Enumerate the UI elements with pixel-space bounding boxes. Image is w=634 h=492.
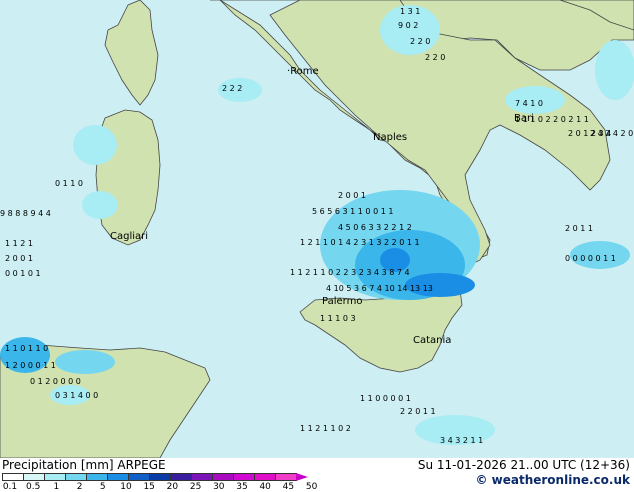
legend-tick-label: 10 — [120, 482, 132, 492]
legend-swatch — [149, 473, 171, 481]
legend-swatch — [254, 473, 276, 481]
legend-swatch — [170, 473, 192, 481]
value-label: 9 0 2 — [398, 21, 419, 30]
value-label: 2 2 0 1 1 — [400, 407, 436, 416]
value-label: 1 3 1 — [400, 7, 421, 16]
value-label: 1 2 1 1 0 1 4 2 3 1 3 2 2 0 1 1 — [300, 238, 420, 247]
value-label: 2 2 0 — [425, 53, 446, 62]
map-footer: Precipitation [mm] ARPEGE Su 11-01-2026 … — [0, 458, 634, 492]
value-label: 1 1 0 0 0 0 1 — [360, 394, 411, 403]
color-legend — [2, 473, 308, 481]
legend-tick-label: 15 — [143, 482, 155, 492]
legend-tick-label: 45 — [282, 482, 295, 492]
value-label: 9 8 8 8 9 4 4 — [0, 209, 51, 218]
legend-swatch — [23, 473, 45, 481]
value-label: 4 5 0 6 3 3 2 2 1 2 — [338, 223, 412, 232]
legend-tick-label: 2 — [76, 482, 83, 492]
value-label: 2 4 2 4 2 0 — [590, 129, 634, 138]
legend-swatch — [2, 473, 24, 481]
value-label: 0 0 0 0 0 1 1 — [565, 254, 616, 263]
legend-tick-label: 50 — [305, 482, 318, 492]
legend-swatch — [107, 473, 129, 481]
value-label: 2 0 1 1 — [565, 224, 593, 233]
city-label: Rome — [290, 66, 319, 77]
legend-tick-label: 25 — [189, 482, 202, 492]
value-label: 3 4 3 2 1 1 — [440, 436, 484, 445]
legend-tick-label: 0.5 — [26, 482, 41, 492]
value-label: 0 1 1 0 — [55, 179, 83, 188]
credit-link[interactable]: © weatheronline.co.uk — [475, 473, 630, 487]
legend-arrow-icon — [296, 473, 308, 481]
city-palermo: Palermo — [322, 296, 362, 307]
legend-tick-label: 35 — [236, 482, 248, 492]
city-label: Catania — [413, 335, 452, 346]
value-label: 4 10 5 3 6 7 4 10 14 13 13 — [326, 284, 433, 293]
value-label: 1 1 1 0 2 2 0 2 1 1 — [515, 115, 589, 124]
city-catania: Catania — [413, 335, 451, 346]
value-label: 2 0 0 1 — [5, 254, 33, 263]
valid-time: Su 11-01-2026 21..00 UTC (12+36) — [417, 458, 630, 472]
value-label: 0 1 2 0 0 0 0 — [30, 377, 81, 386]
legend-swatch — [212, 473, 234, 481]
value-label: 7 4 1 0 — [515, 99, 543, 108]
value-label: 2 2 0 — [410, 37, 431, 46]
value-label: 1 1 2 1 — [5, 239, 33, 248]
legend-swatch — [65, 473, 87, 481]
chart-title: Precipitation [mm] ARPEGE — [2, 458, 166, 472]
value-label: 1 2 0 0 0 1 1 — [5, 361, 56, 370]
value-label: 1 1 0 1 1 0 — [5, 344, 49, 353]
legend-swatch — [233, 473, 255, 481]
legend-swatch — [128, 473, 150, 481]
legend-tick-label: 0.1 — [2, 482, 18, 492]
precipitation-map[interactable]: ·Rome Naples Bari Cagliari Palermo Catan… — [0, 0, 634, 458]
legend-tick-label: 40 — [259, 482, 271, 492]
legend-tick-label: 30 — [213, 482, 225, 492]
value-label: 2 0 0 1 — [338, 191, 366, 200]
legend-swatch — [44, 473, 66, 481]
value-label: 1 1 2 1 1 0 2 — [300, 424, 351, 433]
city-label: Cagliari — [110, 231, 149, 242]
value-label: 0 0 1 0 1 — [5, 269, 41, 278]
city-naples: Naples — [373, 132, 407, 143]
value-label: 0 3 1 4 0 0 — [55, 391, 99, 400]
value-label: 1 1 2 1 1 0 2 2 3 2 3 4 3 8 7 4 — [290, 268, 410, 277]
city-label: Palermo — [322, 296, 363, 307]
legend-tick-label: 5 — [99, 482, 106, 492]
legend-tick-label: 20 — [166, 482, 179, 492]
value-label: 5 6 5 6 3 1 1 0 0 1 1 — [312, 207, 394, 216]
legend-swatch — [86, 473, 108, 481]
city-rome: ·Rome — [287, 66, 319, 77]
value-label: 2 2 2 — [222, 84, 243, 93]
city-label: Naples — [373, 132, 408, 143]
city-cagliari: Cagliari — [110, 231, 148, 242]
value-label: 1 1 1 0 3 — [320, 314, 356, 323]
legend-tick-label: 1 — [53, 482, 60, 492]
legend-swatch — [275, 473, 297, 481]
legend-swatch — [191, 473, 213, 481]
